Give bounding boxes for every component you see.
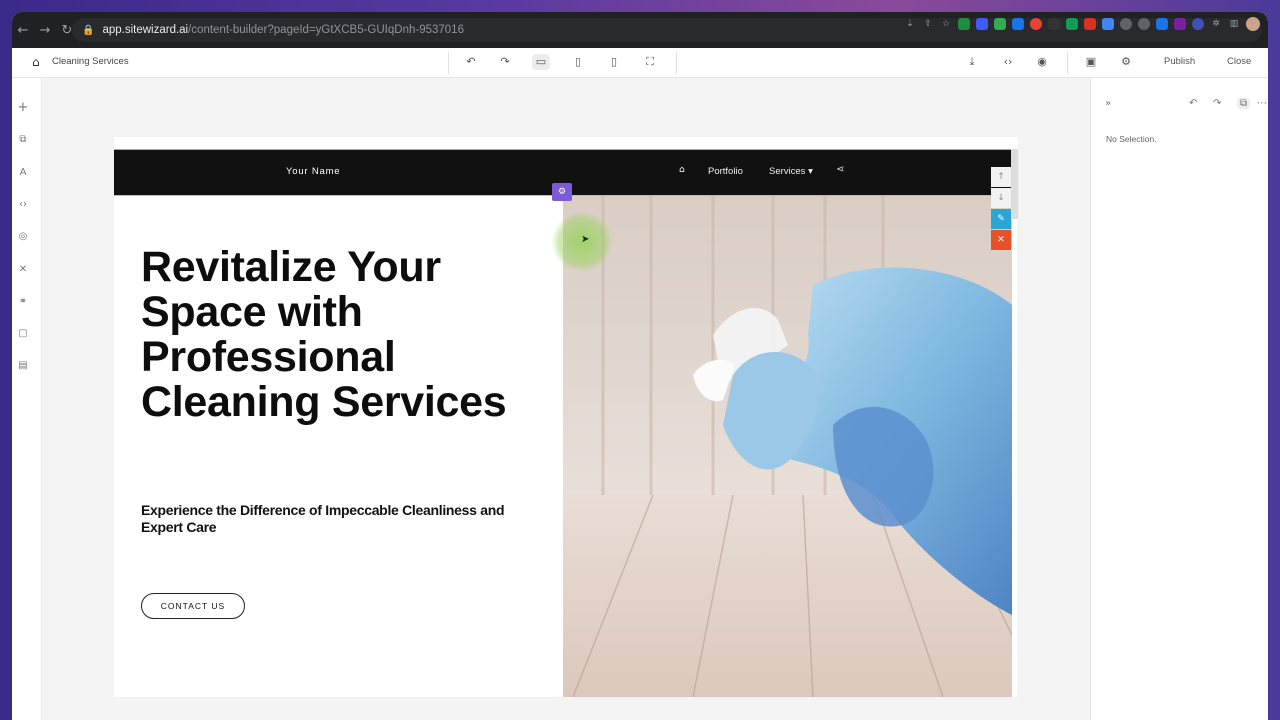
extension-icon[interactable]	[994, 18, 1006, 30]
scrollbar[interactable]	[1011, 149, 1018, 219]
hero-image[interactable]	[563, 195, 1012, 697]
tools-icon[interactable]: ✕	[12, 264, 34, 275]
copy-icon[interactable]: ⧉	[1237, 98, 1251, 109]
editor-toolbar: ⌂ Cleaning Services ↶ ↷ ▭ ▯ ▯ ⛶ ⤓ ‹› ◉ ▣…	[12, 48, 1268, 78]
site-brand[interactable]: Your Name	[286, 166, 340, 177]
home-icon[interactable]: ⌂	[679, 165, 685, 175]
cleaning-photo	[563, 195, 1012, 697]
edit-wrench-icon[interactable]: ✎	[991, 209, 1011, 229]
add-icon[interactable]: +	[12, 100, 34, 115]
page-title: Cleaning Services	[52, 56, 129, 67]
clipboard-icon[interactable]: ▤	[12, 360, 34, 371]
fullscreen-icon[interactable]: ⛶	[641, 55, 659, 69]
extension-icon[interactable]	[958, 18, 970, 30]
extension-icon[interactable]	[1102, 18, 1114, 30]
extension-icon[interactable]	[1048, 18, 1060, 30]
no-selection-text: No Selection.	[1106, 134, 1157, 144]
typography-icon[interactable]: A	[12, 167, 34, 178]
contact-us-button[interactable]: CONTACT US	[141, 593, 245, 619]
divider	[448, 52, 449, 74]
home-icon[interactable]: ⌂	[32, 55, 40, 69]
download-icon[interactable]: ⤓	[963, 55, 981, 69]
url-path: /content-builder?pageId=yGtXCB5-GUIqDnh-…	[188, 24, 464, 36]
hero-heading[interactable]: Revitalize Your Space with Professional …	[141, 245, 541, 425]
pages-icon[interactable]: ⧉	[12, 134, 34, 145]
back-icon[interactable]: ←	[12, 23, 34, 38]
settings-gear-icon[interactable]: ⚙	[1117, 55, 1135, 68]
star-icon[interactable]: ☆	[940, 18, 952, 30]
editor-canvas: Your Name ⌂ Portfolio Services ▾ ⋖ ⚙ ↑ ↓…	[42, 78, 1090, 720]
undo-icon[interactable]: ↶	[462, 55, 480, 68]
left-tool-rail: + ⧉ A ‹› ◎ ✕ ⚭ ▢ ▤	[12, 78, 42, 720]
extension-icon[interactable]	[1012, 18, 1024, 30]
extension-icon[interactable]	[1174, 18, 1186, 30]
divider	[676, 52, 677, 74]
code-icon[interactable]: ‹›	[999, 55, 1017, 68]
properties-panel: » ↶ ↷ ⧉ ⋯ No Selection.	[1090, 78, 1268, 720]
puzzle-icon[interactable]: ✲	[1210, 18, 1222, 30]
publish-button[interactable]: Publish	[1164, 56, 1195, 67]
nav-link-portfolio[interactable]: Portfolio	[708, 166, 743, 177]
mobile-view-icon[interactable]: ▯	[605, 55, 623, 68]
redo-icon[interactable]: ↷	[496, 55, 514, 68]
url-host: app.sitewizard.ai	[102, 24, 189, 36]
preview-eye-icon[interactable]: ◉	[1033, 55, 1051, 68]
extension-icon[interactable]	[1066, 18, 1078, 30]
undo-icon[interactable]: ↶	[1189, 98, 1197, 109]
link-icon[interactable]: ⚭	[12, 296, 34, 307]
close-button[interactable]: Close	[1227, 56, 1251, 67]
avatar[interactable]	[1246, 17, 1260, 31]
download-icon[interactable]: ⇣	[904, 18, 916, 30]
forward-icon[interactable]: →	[34, 23, 56, 38]
extension-icon[interactable]	[1120, 18, 1132, 30]
extension-icon[interactable]	[1156, 18, 1168, 30]
section-settings-icon[interactable]: ⚙	[552, 183, 572, 201]
move-up-icon[interactable]: ↑	[991, 167, 1011, 187]
browser-chrome: ← → ↻ 🔒 app.sitewizard.ai /content-build…	[12, 12, 1268, 48]
divider	[1067, 52, 1068, 74]
move-down-icon[interactable]: ↓	[991, 188, 1011, 208]
extension-bar: ⇣ ⇪ ☆ ✲ ▥	[904, 17, 1260, 31]
sidebar-icon[interactable]: ▥	[1228, 18, 1240, 30]
expand-panel-icon[interactable]: »	[1105, 98, 1111, 109]
browser-window: ← → ↻ 🔒 app.sitewizard.ai /content-build…	[12, 12, 1268, 720]
comment-icon[interactable]: ▢	[12, 328, 34, 339]
delete-icon[interactable]: ✕	[991, 230, 1011, 250]
share-icon[interactable]: ⋖	[836, 164, 844, 175]
extension-icon[interactable]	[1192, 18, 1204, 30]
hero-subheading[interactable]: Experience the Difference of Impeccable …	[141, 502, 541, 536]
save-icon[interactable]: ▣	[1082, 55, 1100, 68]
nav-link-services[interactable]: Services ▾	[769, 166, 813, 177]
redo-icon[interactable]: ↷	[1213, 98, 1221, 109]
extension-icon[interactable]	[1030, 18, 1042, 30]
extension-icon[interactable]	[976, 18, 988, 30]
palette-icon[interactable]: ◎	[12, 231, 34, 242]
extension-icon[interactable]	[1084, 18, 1096, 30]
lock-icon: 🔒	[82, 24, 95, 36]
mouse-cursor-icon: ➤	[581, 234, 590, 245]
code-icon[interactable]: ‹›	[12, 199, 34, 210]
more-icon[interactable]: ⋯	[1257, 98, 1267, 109]
desktop-view-icon[interactable]: ▭	[532, 54, 550, 70]
extension-icon[interactable]	[1138, 18, 1150, 30]
share-icon[interactable]: ⇪	[922, 18, 934, 30]
website-page: Your Name ⌂ Portfolio Services ▾ ⋖ ⚙ ↑ ↓…	[114, 137, 1018, 697]
tablet-view-icon[interactable]: ▯	[569, 55, 587, 68]
